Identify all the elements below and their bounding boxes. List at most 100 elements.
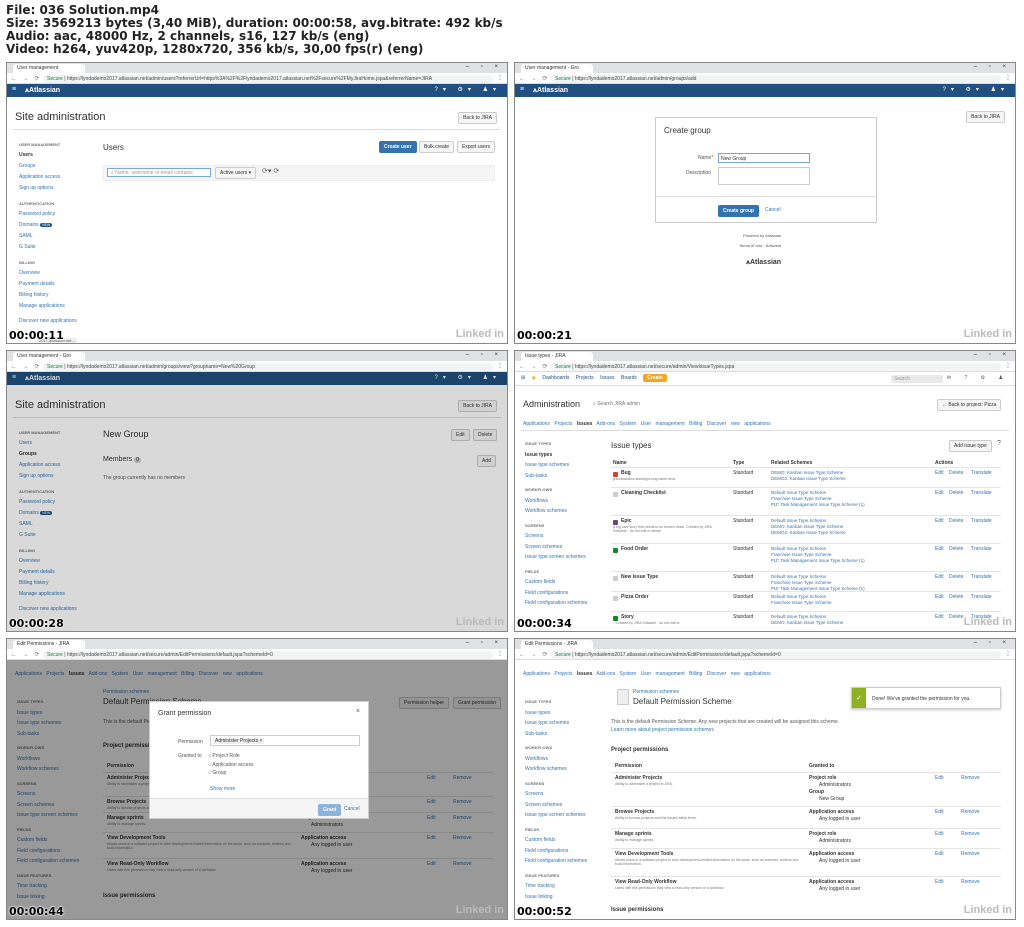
jira-menu-icon[interactable]: ⊞ (521, 375, 525, 381)
menu-icon[interactable]: ⋮ (497, 362, 503, 369)
sidebar-subtasks[interactable]: Sub-tasks (525, 471, 587, 482)
edit-link[interactable]: Edit (935, 809, 944, 815)
jira-search-input[interactable]: Search (891, 375, 943, 383)
edit-link[interactable]: Edit (935, 546, 944, 552)
add-issue-type-button[interactable]: Add issue type (949, 440, 992, 452)
window-controls[interactable]: – ▫ × (466, 352, 503, 358)
edit-link[interactable]: Edit (935, 518, 944, 524)
refresh-icon[interactable]: ⟳▾ ⟳ (262, 167, 279, 175)
edit-link[interactable]: Edit (935, 574, 944, 580)
translate-link[interactable]: Translate (971, 490, 992, 496)
related-scheme-link[interactable]: DEMO2: Kanban Issue Type Scheme (771, 530, 846, 535)
translate-link[interactable]: Translate (971, 594, 992, 600)
nav-buttons-icon[interactable]: ← → ⟳ (519, 651, 549, 658)
window-controls[interactable]: – ▫ × (974, 352, 1011, 358)
subnav-discover[interactable]: Discover new applications (707, 421, 771, 427)
related-scheme-link[interactable]: PIZ: Task Management Issue Type Scheme (… (771, 558, 865, 563)
related-scheme-link[interactable]: Default Issue Type Scheme (771, 490, 826, 495)
sidebar-item-discover[interactable]: Discover new applications (19, 316, 77, 327)
sidebar-field-configs[interactable]: Field configurations (525, 846, 587, 857)
nav-buttons-icon[interactable]: ← → ⟳ (519, 363, 549, 370)
menu-icon[interactable]: ⋮ (497, 74, 503, 81)
subnav-system[interactable]: System (620, 421, 637, 427)
grant-button[interactable]: Grant (318, 804, 342, 816)
answers-link[interactable]: Answers (766, 243, 781, 248)
related-scheme-link[interactable]: Franchise Issue Type Scheme (771, 600, 831, 605)
related-scheme-link[interactable]: DEMO2: Kanban Issue Type Scheme (771, 476, 846, 481)
delete-link[interactable]: Delete (949, 546, 963, 552)
sidebar-issue-type-screen-schemes[interactable]: Issue type screen schemes (525, 810, 587, 821)
remove-link[interactable]: Remove (961, 879, 980, 885)
delete-link[interactable]: Delete (949, 470, 963, 476)
related-scheme-link[interactable]: Default Issue Type Scheme (771, 546, 826, 551)
sidebar-screens[interactable]: Screens (525, 789, 587, 800)
related-scheme-link[interactable]: Default Issue Type Scheme (771, 594, 826, 599)
browser-tab[interactable]: User management - Gro (13, 352, 85, 361)
create-user-button[interactable]: Create user (379, 141, 417, 153)
translate-link[interactable]: Translate (971, 518, 992, 524)
window-controls[interactable]: – ▫ × (974, 64, 1011, 70)
edit-link[interactable]: Edit (935, 470, 944, 476)
sidebar-time-tracking[interactable]: Time tracking (525, 881, 587, 892)
sidebar-screen-schemes[interactable]: Screen schemes (525, 542, 587, 553)
nav-dashboards[interactable]: Dashboards (542, 375, 569, 381)
sidebar-item-billing-history[interactable]: Billing history (19, 290, 77, 301)
group-name-input[interactable]: New Group (718, 153, 810, 163)
sidebar-item-domains[interactable]: Domains NEW (19, 220, 77, 231)
back-to-project-button[interactable]: ← Back to project: Pizza (937, 399, 1002, 411)
translate-link[interactable]: Translate (971, 470, 992, 476)
menu-icon[interactable]: ⋮ (497, 650, 503, 657)
menu-icon[interactable]: ⋮ (1005, 650, 1011, 657)
edit-link[interactable]: Edit (935, 879, 944, 885)
sidebar-item-gsuite[interactable]: G Suite (19, 242, 77, 253)
related-scheme-link[interactable]: Default Issue Type Scheme (771, 518, 826, 523)
related-scheme-link[interactable]: DEMO: Kanban Issue Type Scheme (771, 524, 843, 529)
remove-link[interactable]: Remove (961, 809, 980, 815)
sidebar-issue-type-schemes[interactable]: Issue type schemes (525, 460, 587, 471)
delete-link[interactable]: Delete (949, 574, 963, 580)
sidebar-issue-types[interactable]: Issue types (525, 708, 587, 719)
sidebar-screen-schemes[interactable]: Screen schemes (525, 800, 587, 811)
admin-search[interactable]: ⌕ Search JIRA admin (593, 401, 640, 407)
nav-buttons-icon[interactable]: ← → ⟳ (11, 363, 41, 370)
cancel-link[interactable]: Cancel (344, 806, 360, 812)
sidebar-workflows[interactable]: Workflows (525, 754, 587, 765)
window-controls[interactable]: – ▫ × (466, 64, 503, 70)
sidebar-issue-type-schemes[interactable]: Issue type schemes (525, 718, 587, 729)
subnav-applications[interactable]: Applications (523, 421, 550, 427)
option-project-role[interactable]: ○ Project Role (208, 752, 254, 761)
delete-link[interactable]: Delete (949, 490, 963, 496)
hamburger-icon[interactable]: ≡ (12, 86, 16, 93)
menu-icon[interactable]: ⋮ (1005, 362, 1011, 369)
create-button[interactable]: Create (643, 374, 667, 382)
related-scheme-link[interactable]: Franchise Issue Type Scheme (771, 580, 831, 585)
header-icons[interactable]: ✉ ? ⚙ ♟ (947, 375, 1009, 381)
url-bar[interactable]: Secure | https://lyndademo2017.atlassian… (43, 362, 493, 371)
header-icons[interactable]: ?▾ ⚙▾ ♟▾ (943, 86, 1009, 93)
nav-buttons-icon[interactable]: ← → ⟳ (11, 651, 41, 658)
edit-link[interactable]: Edit (935, 831, 944, 837)
sidebar-issue-linking[interactable]: Issue linking (525, 892, 587, 903)
subnav-user-mgmt[interactable]: User management (641, 421, 685, 427)
nav-boards[interactable]: Boards (621, 375, 637, 381)
permission-select[interactable]: Administer Projects × (210, 735, 360, 746)
cancel-link[interactable]: Cancel (765, 207, 781, 213)
sidebar-item-manage-apps[interactable]: Manage applications (19, 301, 77, 312)
related-scheme-link[interactable]: Default Issue Type Scheme (771, 614, 826, 619)
option-app-access[interactable]: ○ Application access (208, 761, 254, 770)
show-more-link[interactable]: Show more (210, 786, 235, 792)
hamburger-icon[interactable]: ≡ (520, 86, 524, 93)
sidebar-field-config-schemes[interactable]: Field configuration schemes (525, 856, 587, 867)
help-icon[interactable]: ? (997, 440, 1001, 447)
nav-issues[interactable]: Issues (600, 375, 614, 381)
sidebar-field-configs[interactable]: Field configurations (525, 588, 587, 599)
sidebar-screens[interactable]: Screens (525, 531, 587, 542)
translate-link[interactable]: Translate (971, 574, 992, 580)
terms-link[interactable]: Terms of Use (739, 243, 763, 248)
delete-link[interactable]: Delete (949, 614, 963, 620)
sidebar-subtasks[interactable]: Sub-tasks (525, 729, 587, 740)
remove-link[interactable]: Remove (961, 851, 980, 857)
window-controls[interactable]: – ▫ × (974, 640, 1011, 646)
translate-link[interactable]: Translate (971, 546, 992, 552)
active-users-filter[interactable]: Active users ▾ (215, 167, 257, 179)
